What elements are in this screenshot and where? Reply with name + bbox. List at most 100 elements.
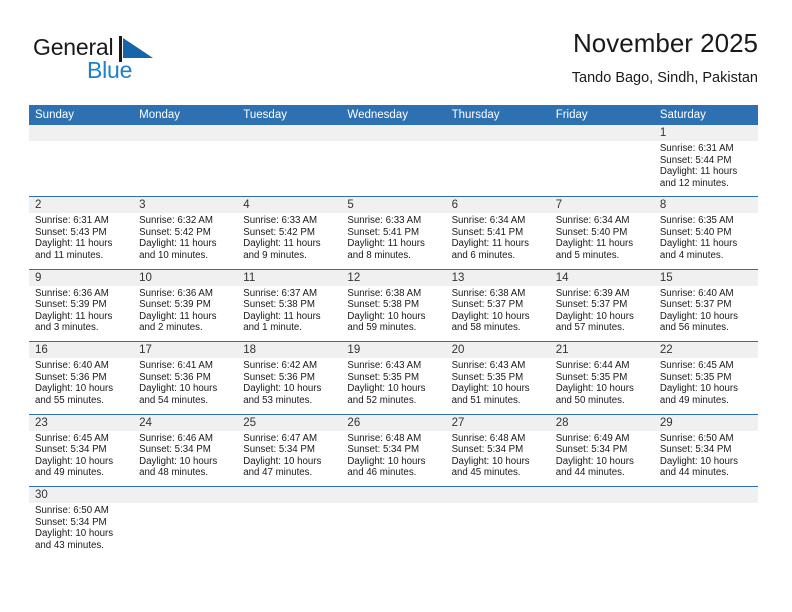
day-cell[interactable]: 27 Sunrise: 6:48 AM Sunset: 5:34 PM Dayligh… [445, 414, 550, 487]
day-details: Sunrise: 6:49 AM Sunset: 5:34 PM Daylight:… [550, 431, 654, 479]
sunrise-time: Sunrise: 6:34 AM [451, 215, 526, 226]
day-cell[interactable]: 5 Sunrise: 6:33 AM Sunset: 5:41 PM Daylight… [341, 197, 446, 269]
sunset-time: Sunset: 5:44 PM [659, 154, 732, 166]
day-cell[interactable]: 15 Sunrise: 6:40 AM Sunset: 5:37 PM Dayligh… [653, 269, 758, 342]
day-cell-empty [341, 487, 446, 559]
daylight-duration-line2: and 55 minutes. [35, 394, 104, 406]
day-cell[interactable]: 9 Sunrise: 6:36 AM Sunset: 5:39 PM Daylight… [29, 269, 134, 342]
day-cell[interactable]: 7 Sunrise: 6:34 AM Sunset: 5:40 PM Daylight… [549, 197, 654, 269]
day-details: Sunrise: 6:39 AM Sunset: 5:37 PM Daylight:… [550, 286, 654, 334]
day-details: Sunrise: 6:48 AM Sunset: 5:34 PM Daylight:… [446, 431, 550, 479]
day-cell[interactable]: 19 Sunrise: 6:43 AM Sunset: 5:35 PM Dayligh… [341, 342, 446, 414]
day-cell[interactable]: 10 Sunrise: 6:36 AM Sunset: 5:39 PM Dayligh… [133, 269, 238, 342]
day-number: 30 [29, 487, 134, 503]
day-cell[interactable]: 14 Sunrise: 6:39 AM Sunset: 5:37 PM Dayligh… [549, 269, 654, 342]
daylight-duration-line1: Daylight: 11 hours [555, 238, 634, 250]
daylight-duration-line1: Daylight: 10 hours [243, 383, 322, 395]
day-cell[interactable]: 12 Sunrise: 6:38 AM Sunset: 5:38 PM Dayligh… [341, 269, 446, 342]
day-cell[interactable]: 1 Sunrise: 6:31 AM Sunset: 5:44 PM Daylight… [653, 125, 758, 196]
day-number: 15 [653, 269, 758, 286]
sunset-time: Sunset: 5:34 PM [659, 444, 732, 456]
day-number: 28 [549, 414, 654, 431]
day-details: Sunrise: 6:43 AM Sunset: 5:35 PM Daylight:… [341, 358, 445, 406]
day-cell[interactable]: 24 Sunrise: 6:46 AM Sunset: 5:34 PM Dayligh… [133, 414, 238, 487]
day-cell[interactable]: 2 Sunrise: 6:31 AM Sunset: 5:43 PM Daylight… [29, 197, 134, 269]
sunset-time: Sunset: 5:43 PM [35, 226, 107, 238]
sunrise-time: Sunrise: 6:48 AM [451, 432, 526, 444]
day-cell[interactable]: 3 Sunrise: 6:32 AM Sunset: 5:42 PM Daylight… [133, 197, 238, 269]
day-cell[interactable]: 18 Sunrise: 6:42 AM Sunset: 5:36 PM Dayligh… [237, 342, 342, 414]
weekday-header-saturday: Saturday [659, 109, 706, 121]
sunrise-time: Sunrise: 6:40 AM [659, 287, 734, 299]
day-cell[interactable]: 8 Sunrise: 6:35 AM Sunset: 5:40 PM Daylight… [653, 197, 758, 269]
sunrise-time: Sunrise: 6:40 AM [35, 360, 109, 371]
day-cell[interactable]: 17 Sunrise: 6:41 AM Sunset: 5:36 PM Dayligh… [133, 342, 238, 414]
day-number: 5 [341, 197, 446, 213]
sunset-time: Sunset: 5:37 PM [451, 299, 524, 311]
daylight-duration-line1: Daylight: 10 hours [659, 383, 738, 395]
daylight-duration-line1: Daylight: 10 hours [451, 310, 530, 322]
sunrise-time: Sunrise: 6:48 AM [347, 432, 422, 444]
daylight-duration-line2: and 51 minutes. [451, 394, 521, 406]
day-number: 29 [653, 414, 758, 431]
day-cell[interactable]: 6 Sunrise: 6:34 AM Sunset: 5:41 PM Daylight… [445, 197, 550, 269]
day-cell[interactable]: 20 Sunrise: 6:43 AM Sunset: 5:35 PM Dayligh… [445, 342, 550, 414]
day-number [653, 487, 758, 503]
daylight-duration-line1: Daylight: 10 hours [659, 310, 738, 322]
sunset-time: Sunset: 5:36 PM [139, 371, 211, 383]
day-number: 19 [341, 342, 446, 358]
day-details: Sunrise: 6:48 AM Sunset: 5:34 PM Daylight:… [341, 431, 445, 479]
sunset-time: Sunset: 5:34 PM [347, 444, 420, 456]
day-details: Sunrise: 6:34 AM Sunset: 5:41 PM Daylight:… [446, 213, 550, 261]
sunset-time: Sunset: 5:34 PM [555, 444, 628, 456]
title-block: November 2025 Tando Bago, Sindh, Pakista… [572, 28, 758, 88]
week-row: 16 Sunrise: 6:40 AM Sunset: 5:36 PM Dayligh… [29, 341, 758, 414]
daylight-duration-line2: and 5 minutes. [555, 249, 620, 261]
daylight-duration-line1: Daylight: 10 hours [555, 383, 634, 395]
daylight-duration-line2: and 46 minutes. [347, 467, 417, 479]
day-cell[interactable]: 16 Sunrise: 6:40 AM Sunset: 5:36 PM Dayligh… [29, 342, 134, 414]
day-cell[interactable]: 28 Sunrise: 6:49 AM Sunset: 5:34 PM Dayligh… [549, 414, 654, 487]
daylight-duration-line2: and 44 minutes. [555, 467, 625, 479]
day-cell-empty [445, 125, 550, 196]
weekday-header-monday: Monday [139, 109, 181, 121]
sunset-time: Sunset: 5:39 PM [35, 299, 107, 311]
day-number: 7 [549, 197, 654, 213]
sunset-time: Sunset: 5:41 PM [451, 226, 524, 238]
week-row: 30 Sunrise: 6:50 AM Sunset: 5:34 PM Dayligh… [29, 486, 758, 559]
daylight-duration-line1: Daylight: 10 hours [139, 455, 218, 467]
general-blue-logo[interactable]: General Blue [33, 34, 183, 88]
sunrise-time: Sunrise: 6:33 AM [243, 215, 318, 226]
sunset-time: Sunset: 5:38 PM [347, 299, 420, 311]
day-cell[interactable]: 21 Sunrise: 6:44 AM Sunset: 5:35 PM Dayligh… [549, 342, 654, 414]
daylight-duration-line1: Daylight: 10 hours [347, 455, 426, 467]
daylight-duration-line1: Daylight: 11 hours [659, 166, 738, 178]
day-number: 21 [549, 342, 654, 358]
day-number [29, 125, 134, 141]
week-row: 2 Sunrise: 6:31 AM Sunset: 5:43 PM Daylight… [29, 196, 758, 269]
daylight-duration-line2: and 52 minutes. [347, 394, 417, 406]
day-details: Sunrise: 6:47 AM Sunset: 5:34 PM Daylight:… [237, 431, 341, 479]
day-cell[interactable]: 11 Sunrise: 6:37 AM Sunset: 5:38 PM Dayligh… [237, 269, 342, 342]
day-cell[interactable]: 22 Sunrise: 6:45 AM Sunset: 5:35 PM Dayligh… [653, 342, 758, 414]
sunrise-time: Sunrise: 6:44 AM [555, 360, 630, 371]
sunrise-time: Sunrise: 6:42 AM [243, 360, 318, 371]
day-number [445, 125, 550, 141]
day-details: Sunrise: 6:46 AM Sunset: 5:34 PM Daylight:… [133, 431, 237, 479]
day-cell[interactable]: 29 Sunrise: 6:50 AM Sunset: 5:34 PM Dayligh… [653, 414, 758, 487]
sunrise-time: Sunrise: 6:49 AM [555, 432, 630, 444]
day-cell[interactable]: 4 Sunrise: 6:33 AM Sunset: 5:42 PM Daylight… [237, 197, 342, 269]
sunset-time: Sunset: 5:41 PM [347, 226, 420, 238]
day-cell[interactable]: 13 Sunrise: 6:38 AM Sunset: 5:37 PM Dayligh… [445, 269, 550, 342]
sunrise-time: Sunrise: 6:46 AM [139, 432, 213, 444]
day-cell[interactable]: 26 Sunrise: 6:48 AM Sunset: 5:34 PM Dayligh… [341, 414, 446, 487]
weekday-header-row: Sunday Monday Tuesday Wednesday Thursday Frid… [29, 105, 758, 125]
sunrise-time: Sunrise: 6:41 AM [139, 360, 213, 371]
calendar-grid: Sunday Monday Tuesday Wednesday Thursday Frid… [29, 105, 758, 559]
day-number: 2 [29, 197, 134, 213]
day-cell[interactable]: 23 Sunrise: 6:45 AM Sunset: 5:34 PM Dayligh… [29, 414, 134, 487]
sunrise-time: Sunrise: 6:45 AM [35, 432, 109, 444]
day-cell[interactable]: 25 Sunrise: 6:47 AM Sunset: 5:34 PM Dayligh… [237, 414, 342, 487]
day-cell[interactable]: 30 Sunrise: 6:50 AM Sunset: 5:34 PM Dayligh… [29, 487, 134, 559]
daylight-duration-line2: and 49 minutes. [35, 467, 104, 479]
